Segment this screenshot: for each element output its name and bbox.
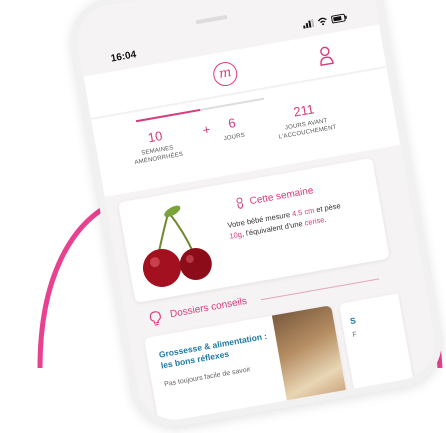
- fetus-icon: [236, 197, 244, 209]
- article-photo: [271, 305, 347, 405]
- status-time: 16:04: [109, 48, 138, 65]
- speaker-notch: [195, 14, 228, 25]
- lightbulb-icon: [149, 311, 161, 326]
- wifi-icon: [317, 17, 327, 26]
- app-screen: 16:04 m 10 SEMAINES AMÉNORRHÉES + 6 JOUR…: [72, 0, 441, 427]
- section-title: Dossiers conseils: [169, 295, 248, 321]
- progress-fill: [135, 108, 201, 123]
- remaining-stat: 211 JOURS AVANT L'ACCOUCHEMENT: [268, 97, 343, 143]
- weeks-stat: 10 SEMAINES AMÉNORRHÉES: [124, 124, 189, 168]
- phone-frame: 16:04 m 10 SEMAINES AMÉNORRHÉES + 6 JOUR…: [64, 0, 446, 433]
- article-description: F: [351, 331, 358, 339]
- section-divider: [260, 278, 380, 301]
- battery-icon: [331, 13, 347, 24]
- plus-sign: +: [201, 121, 212, 138]
- article-title: S: [349, 315, 357, 327]
- signal-icon: [303, 18, 315, 29]
- days-stat: 6 JOURS: [211, 112, 255, 145]
- logo-icon[interactable]: m: [211, 60, 240, 88]
- baby-fruit: cerise: [303, 215, 326, 228]
- week-card-title: Cette semaine: [248, 185, 315, 208]
- cherry-image: [142, 205, 212, 287]
- article-card[interactable]: S F: [338, 293, 414, 393]
- user-icon[interactable]: [314, 43, 338, 68]
